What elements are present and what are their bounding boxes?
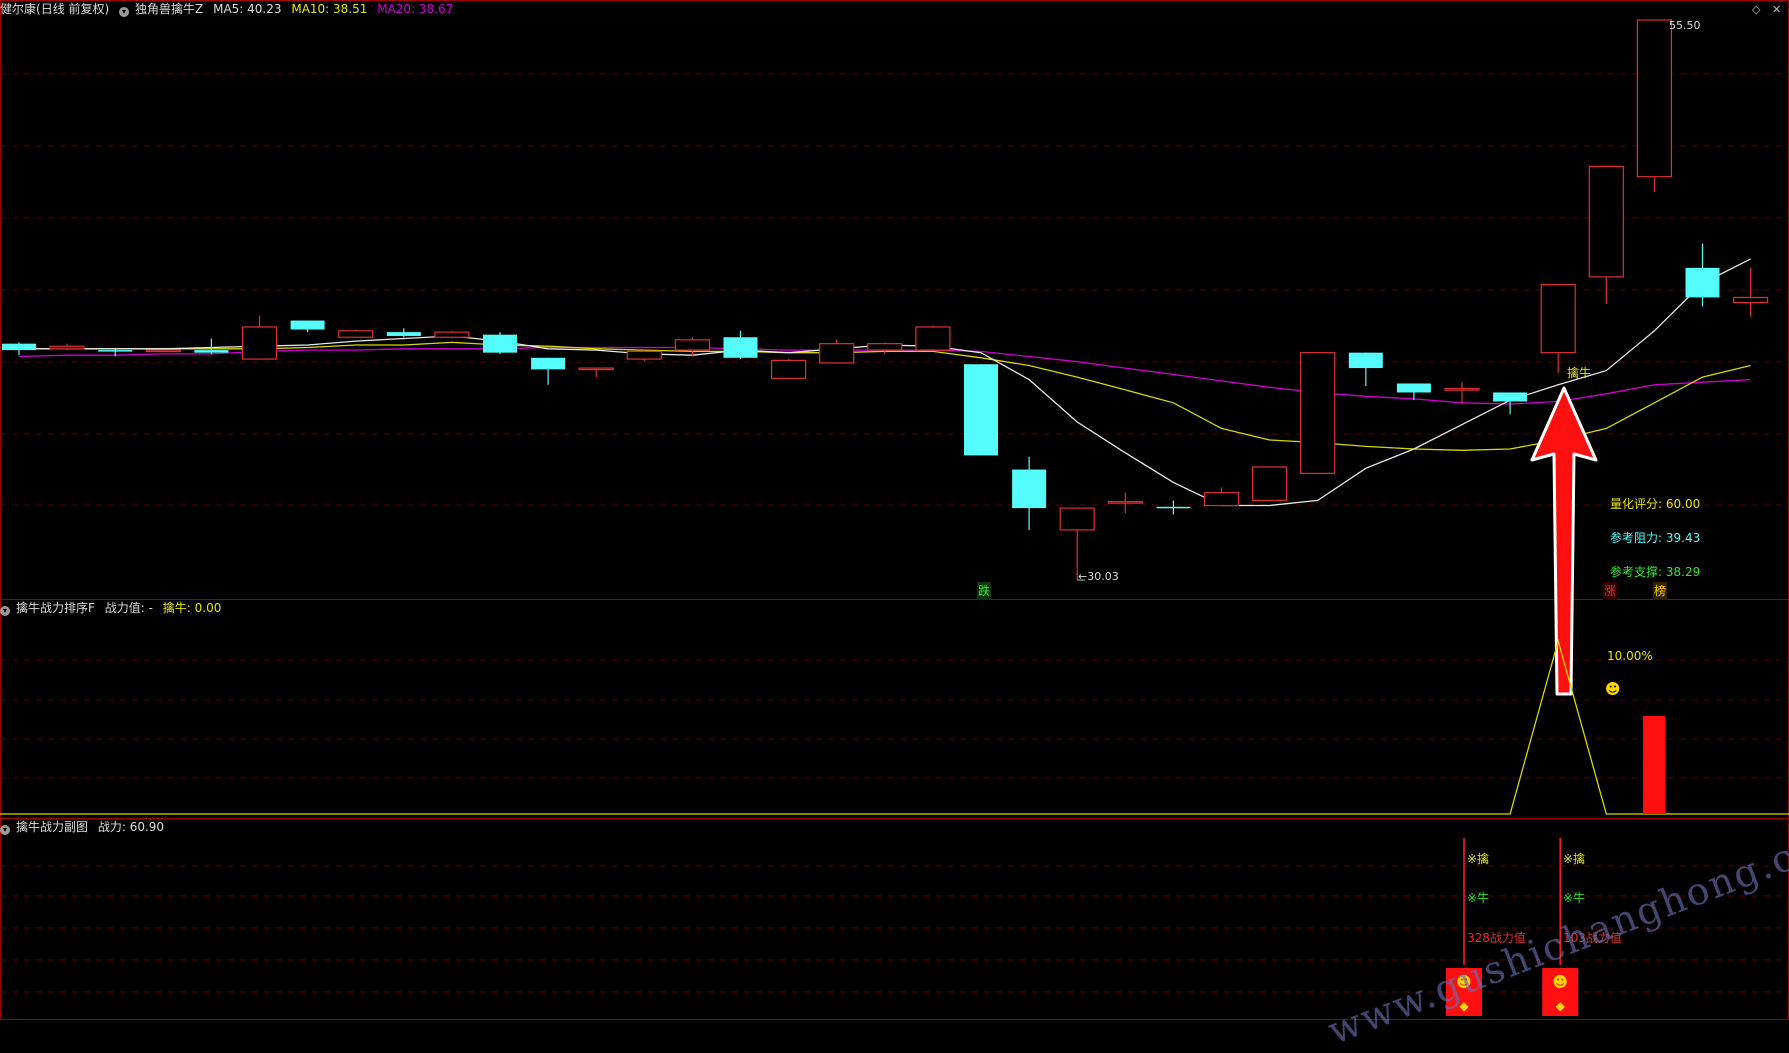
ma5-line xyxy=(19,258,1751,507)
bang-badge: 榜 xyxy=(1653,582,1668,600)
score-label: 量化评分: 60.00 xyxy=(1610,497,1701,511)
candle-body xyxy=(290,320,325,330)
ma20-value: MA20: 38.67 xyxy=(377,2,454,16)
pct-label: 10.00% xyxy=(1607,649,1653,663)
chart-mode: (日线 前复权) xyxy=(36,2,110,16)
qinniu-bar xyxy=(1643,716,1666,814)
resistance-label: 参考阻力: 39.43 xyxy=(1610,531,1701,545)
smile-icon: ☻ xyxy=(1605,680,1621,698)
candle-body xyxy=(1107,501,1143,504)
candle-body xyxy=(241,326,278,360)
candle-body xyxy=(194,350,229,353)
candle-body xyxy=(98,350,133,352)
high-price-label: 55.50 xyxy=(1669,19,1701,32)
support-label: 参考支撑: 38.29 xyxy=(1610,565,1701,579)
indicator-toggle-icon[interactable]: ▾ xyxy=(119,7,130,17)
signal2-mark-niu: ※牛 xyxy=(1563,891,1586,905)
ma5-value: MA5: 40.23 xyxy=(213,2,282,16)
candle-body xyxy=(1012,469,1047,509)
candle-body xyxy=(1251,466,1288,501)
candle-body xyxy=(674,339,711,351)
candle-body xyxy=(1156,506,1191,509)
low-price-label: ←30.03 xyxy=(1078,570,1119,583)
sub2-header: ▾ 擒牛战力副图 战力: 60.90 xyxy=(0,818,170,836)
candle-body xyxy=(626,350,662,360)
diamond-icon[interactable]: ◇ xyxy=(1752,3,1760,16)
candle-body xyxy=(338,330,374,338)
signal1-mark-qin: ※擒 xyxy=(1467,852,1490,866)
candle-body xyxy=(1203,492,1240,507)
candle-body xyxy=(1493,392,1528,402)
candle-body xyxy=(1348,352,1383,369)
candle-body xyxy=(1588,165,1624,278)
sub1-qinniu: 擒牛: 0.00 xyxy=(162,601,222,615)
candle-body xyxy=(531,357,566,370)
candle-body xyxy=(915,326,951,351)
sub2-toggle-icon[interactable]: ▾ xyxy=(0,825,10,835)
stock-name[interactable]: 健尔康 xyxy=(0,2,36,16)
main-header: 健尔康(日线 前复权) ▾ 独角兽擒牛Z MA5: 40.23 MA10: 38.… xyxy=(0,0,459,18)
sub1-header: ▾ 擒牛战力排序F 战力值: - 擒牛: 0.00 xyxy=(0,599,227,617)
qinniu-label: 擒牛 xyxy=(1567,366,1592,380)
kline-chart[interactable]: ☻◆☻◆ xyxy=(0,0,1789,1020)
candle-body xyxy=(1059,507,1095,531)
die-badge: 跌 xyxy=(977,582,992,600)
sub1-power: 战力值: - xyxy=(104,601,153,615)
sub1-toggle-icon[interactable]: ▾ xyxy=(0,606,10,616)
signal-diamond-icon: ◆ xyxy=(1556,999,1566,1013)
signal-smile-icon: ☻ xyxy=(1552,973,1568,991)
candle-body xyxy=(1685,267,1720,298)
zhang-badge: 涨 xyxy=(1603,582,1618,600)
sub2-power: 战力: 60.90 xyxy=(97,820,165,834)
candle-body xyxy=(2,343,36,351)
candle-body xyxy=(723,337,758,358)
candle-body xyxy=(1396,383,1431,393)
candle-body xyxy=(1300,352,1336,474)
signal2-mark-qin: ※擒 xyxy=(1563,852,1586,866)
candle-body xyxy=(49,345,85,350)
candle-body xyxy=(386,332,421,336)
signal1-mark-niu: ※牛 xyxy=(1467,891,1490,905)
candle-body xyxy=(770,359,807,379)
candle-body xyxy=(434,331,470,338)
ma10-value: MA10: 38.51 xyxy=(291,2,368,16)
ma20-line xyxy=(18,346,1751,405)
candle-body xyxy=(483,334,517,353)
candle-body xyxy=(867,343,903,351)
indicator-name[interactable]: 独角兽擒牛Z xyxy=(135,2,203,16)
close-icon[interactable]: ✕ xyxy=(1772,3,1781,16)
candle-body xyxy=(1732,296,1769,304)
sub2-name[interactable]: 擒牛战力副图 xyxy=(16,820,88,834)
candle-body xyxy=(1444,388,1480,391)
candle-body xyxy=(578,367,614,371)
frame xyxy=(0,0,1789,1020)
qinniu-line xyxy=(0,638,1789,815)
candle-body xyxy=(145,349,181,353)
sub1-name[interactable]: 擒牛战力排序F xyxy=(16,601,95,615)
candle-body xyxy=(1540,283,1576,354)
candle-body xyxy=(964,364,998,456)
candle-body xyxy=(819,343,855,364)
candle-body xyxy=(1636,19,1673,178)
